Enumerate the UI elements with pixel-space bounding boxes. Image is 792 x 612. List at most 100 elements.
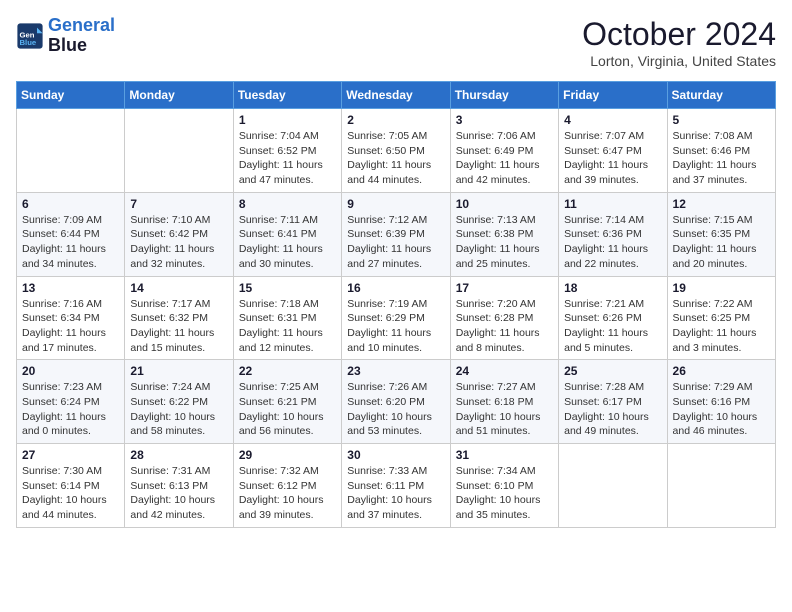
calendar-row-1: 1 Sunrise: 7:04 AMSunset: 6:52 PMDaylight… [17, 109, 776, 193]
day-info: Sunrise: 7:26 AMSunset: 6:20 PMDaylight:… [347, 380, 444, 439]
page-header: Gen Blue GeneralBlue October 2024 Lorton… [16, 16, 776, 69]
calendar-cell: 8 Sunrise: 7:11 AMSunset: 6:41 PMDaylight… [233, 192, 341, 276]
location: Lorton, Virginia, United States [582, 53, 776, 69]
day-number: 1 [239, 113, 336, 127]
day-info: Sunrise: 7:21 AMSunset: 6:26 PMDaylight:… [564, 297, 661, 356]
day-info: Sunrise: 7:19 AMSunset: 6:29 PMDaylight:… [347, 297, 444, 356]
calendar-cell: 16 Sunrise: 7:19 AMSunset: 6:29 PMDayligh… [342, 276, 450, 360]
day-info: Sunrise: 7:11 AMSunset: 6:41 PMDaylight:… [239, 213, 336, 272]
day-number: 25 [564, 364, 661, 378]
calendar-cell: 19 Sunrise: 7:22 AMSunset: 6:25 PMDayligh… [667, 276, 775, 360]
day-number: 8 [239, 197, 336, 211]
weekday-header-saturday: Saturday [667, 82, 775, 109]
day-number: 27 [22, 448, 119, 462]
day-info: Sunrise: 7:30 AMSunset: 6:14 PMDaylight:… [22, 464, 119, 523]
calendar-cell: 6 Sunrise: 7:09 AMSunset: 6:44 PMDaylight… [17, 192, 125, 276]
day-info: Sunrise: 7:23 AMSunset: 6:24 PMDaylight:… [22, 380, 119, 439]
logo: Gen Blue GeneralBlue [16, 16, 115, 56]
calendar-cell: 10 Sunrise: 7:13 AMSunset: 6:38 PMDayligh… [450, 192, 558, 276]
day-number: 13 [22, 281, 119, 295]
calendar-cell: 5Sunrise: 7:08 AMSunset: 6:46 PMDaylight… [667, 109, 775, 193]
calendar-cell: 14 Sunrise: 7:17 AMSunset: 6:32 PMDayligh… [125, 276, 233, 360]
day-info: Sunrise: 7:14 AMSunset: 6:36 PMDaylight:… [564, 213, 661, 272]
calendar-header: SundayMondayTuesdayWednesdayThursdayFrid… [17, 82, 776, 109]
day-info: Sunrise: 7:08 AMSunset: 6:46 PMDaylight:… [673, 129, 770, 188]
calendar-cell: 23 Sunrise: 7:26 AMSunset: 6:20 PMDayligh… [342, 360, 450, 444]
calendar-cell: 1 Sunrise: 7:04 AMSunset: 6:52 PMDaylight… [233, 109, 341, 193]
calendar-cell [125, 109, 233, 193]
logo-icon: Gen Blue [16, 22, 44, 50]
calendar-cell: 11Sunrise: 7:14 AMSunset: 6:36 PMDayligh… [559, 192, 667, 276]
logo-text: GeneralBlue [48, 16, 115, 56]
calendar-row-3: 13Sunrise: 7:16 AMSunset: 6:34 PMDayligh… [17, 276, 776, 360]
day-info: Sunrise: 7:13 AMSunset: 6:38 PMDaylight:… [456, 213, 553, 272]
day-info: Sunrise: 7:29 AMSunset: 6:16 PMDaylight:… [673, 380, 770, 439]
day-number: 20 [22, 364, 119, 378]
day-number: 19 [673, 281, 770, 295]
day-info: Sunrise: 7:05 AMSunset: 6:50 PMDaylight:… [347, 129, 444, 188]
day-info: Sunrise: 7:22 AMSunset: 6:25 PMDaylight:… [673, 297, 770, 356]
day-info: Sunrise: 7:28 AMSunset: 6:17 PMDaylight:… [564, 380, 661, 439]
day-number: 10 [456, 197, 553, 211]
calendar-cell: 9Sunrise: 7:12 AMSunset: 6:39 PMDaylight… [342, 192, 450, 276]
calendar-cell: 20 Sunrise: 7:23 AMSunset: 6:24 PMDayligh… [17, 360, 125, 444]
calendar-cell: 12 Sunrise: 7:15 AMSunset: 6:35 PMDayligh… [667, 192, 775, 276]
calendar-cell: 15 Sunrise: 7:18 AMSunset: 6:31 PMDayligh… [233, 276, 341, 360]
calendar-row-4: 20 Sunrise: 7:23 AMSunset: 6:24 PMDayligh… [17, 360, 776, 444]
day-info: Sunrise: 7:27 AMSunset: 6:18 PMDaylight:… [456, 380, 553, 439]
svg-text:Blue: Blue [20, 38, 37, 47]
day-number: 15 [239, 281, 336, 295]
day-number: 30 [347, 448, 444, 462]
calendar-row-5: 27 Sunrise: 7:30 AMSunset: 6:14 PMDayligh… [17, 444, 776, 528]
calendar-cell: 24 Sunrise: 7:27 AMSunset: 6:18 PMDayligh… [450, 360, 558, 444]
day-info: Sunrise: 7:17 AMSunset: 6:32 PMDaylight:… [130, 297, 227, 356]
weekday-header-sunday: Sunday [17, 82, 125, 109]
day-number: 22 [239, 364, 336, 378]
month-title: October 2024 [582, 16, 776, 53]
weekday-header-thursday: Thursday [450, 82, 558, 109]
day-number: 18 [564, 281, 661, 295]
day-number: 2 [347, 113, 444, 127]
day-info: Sunrise: 7:10 AMSunset: 6:42 PMDaylight:… [130, 213, 227, 272]
weekday-header-tuesday: Tuesday [233, 82, 341, 109]
day-number: 24 [456, 364, 553, 378]
weekday-header-monday: Monday [125, 82, 233, 109]
day-info: Sunrise: 7:15 AMSunset: 6:35 PMDaylight:… [673, 213, 770, 272]
day-info: Sunrise: 7:18 AMSunset: 6:31 PMDaylight:… [239, 297, 336, 356]
day-number: 4 [564, 113, 661, 127]
day-number: 23 [347, 364, 444, 378]
day-info: Sunrise: 7:34 AMSunset: 6:10 PMDaylight:… [456, 464, 553, 523]
calendar-cell: 22Sunrise: 7:25 AMSunset: 6:21 PMDayligh… [233, 360, 341, 444]
calendar-table: SundayMondayTuesdayWednesdayThursdayFrid… [16, 81, 776, 528]
calendar-cell: 27 Sunrise: 7:30 AMSunset: 6:14 PMDayligh… [17, 444, 125, 528]
calendar-cell: 17Sunrise: 7:20 AMSunset: 6:28 PMDayligh… [450, 276, 558, 360]
day-number: 12 [673, 197, 770, 211]
day-info: Sunrise: 7:33 AMSunset: 6:11 PMDaylight:… [347, 464, 444, 523]
day-number: 14 [130, 281, 227, 295]
day-info: Sunrise: 7:20 AMSunset: 6:28 PMDaylight:… [456, 297, 553, 356]
calendar-cell: 13Sunrise: 7:16 AMSunset: 6:34 PMDayligh… [17, 276, 125, 360]
title-area: October 2024 Lorton, Virginia, United St… [582, 16, 776, 69]
calendar-cell: 18 Sunrise: 7:21 AMSunset: 6:26 PMDayligh… [559, 276, 667, 360]
day-number: 16 [347, 281, 444, 295]
calendar-cell [17, 109, 125, 193]
calendar-cell: 28Sunrise: 7:31 AMSunset: 6:13 PMDayligh… [125, 444, 233, 528]
calendar-cell: 4 Sunrise: 7:07 AMSunset: 6:47 PMDaylight… [559, 109, 667, 193]
calendar-cell: 3Sunrise: 7:06 AMSunset: 6:49 PMDaylight… [450, 109, 558, 193]
day-info: Sunrise: 7:32 AMSunset: 6:12 PMDaylight:… [239, 464, 336, 523]
calendar-cell: 21Sunrise: 7:24 AMSunset: 6:22 PMDayligh… [125, 360, 233, 444]
day-number: 31 [456, 448, 553, 462]
calendar-cell: 7Sunrise: 7:10 AMSunset: 6:42 PMDaylight… [125, 192, 233, 276]
calendar-cell: 29Sunrise: 7:32 AMSunset: 6:12 PMDayligh… [233, 444, 341, 528]
day-number: 28 [130, 448, 227, 462]
day-number: 9 [347, 197, 444, 211]
day-info: Sunrise: 7:09 AMSunset: 6:44 PMDaylight:… [22, 213, 119, 272]
calendar-cell: 31 Sunrise: 7:34 AMSunset: 6:10 PMDayligh… [450, 444, 558, 528]
day-number: 26 [673, 364, 770, 378]
day-number: 6 [22, 197, 119, 211]
calendar-cell [667, 444, 775, 528]
day-info: Sunrise: 7:04 AMSunset: 6:52 PMDaylight:… [239, 129, 336, 188]
day-info: Sunrise: 7:07 AMSunset: 6:47 PMDaylight:… [564, 129, 661, 188]
day-info: Sunrise: 7:24 AMSunset: 6:22 PMDaylight:… [130, 380, 227, 439]
calendar-cell: 25 Sunrise: 7:28 AMSunset: 6:17 PMDayligh… [559, 360, 667, 444]
